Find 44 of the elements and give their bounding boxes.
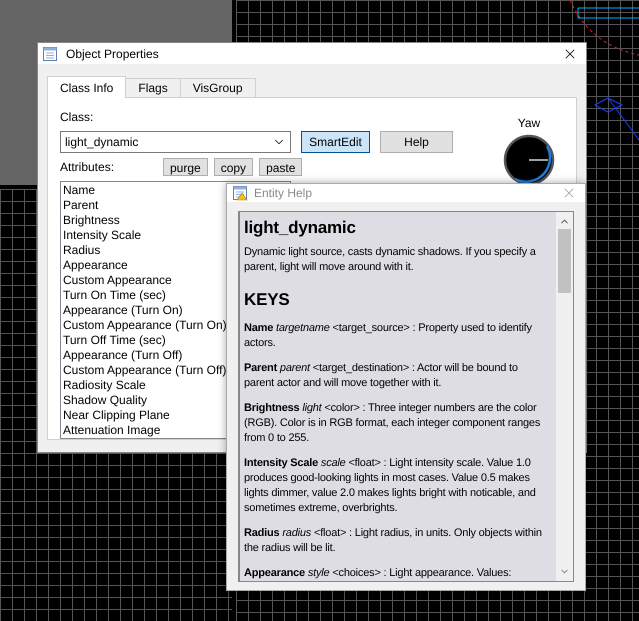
list-item[interactable]: Attenuation Image bbox=[63, 423, 160, 438]
list-item[interactable]: Turn Off Time (sec) bbox=[63, 333, 166, 348]
window-title: Entity Help bbox=[254, 185, 312, 202]
list-item[interactable]: Custom Appearance (Turn Off) bbox=[63, 363, 226, 378]
list-item[interactable]: Radius bbox=[63, 243, 100, 258]
list-item[interactable]: Custom Appearance bbox=[63, 273, 172, 288]
tab[interactable]: Flags bbox=[126, 78, 181, 97]
class-label: Class: bbox=[60, 109, 94, 126]
list-item[interactable]: Brightness bbox=[63, 213, 120, 228]
tab[interactable]: Class Info bbox=[47, 76, 126, 98]
list-item[interactable]: Near Clipping Plane bbox=[63, 408, 170, 423]
key-description: Radius radius <float> : Light radius, in units. Only objects within the radius will be lit. bbox=[244, 526, 543, 556]
list-item[interactable]: Appearance bbox=[63, 258, 128, 273]
small-button[interactable]: purge bbox=[163, 158, 208, 176]
list-item[interactable]: Appearance (Turn Off) bbox=[63, 348, 182, 363]
list-item[interactable]: Parent bbox=[63, 198, 98, 213]
list-item[interactable]: Name bbox=[63, 183, 96, 198]
list-item[interactable]: Radiosity Scale bbox=[63, 378, 146, 393]
scroll-thumb[interactable] bbox=[558, 229, 571, 293]
list-item[interactable]: Appearance (Turn On) bbox=[63, 303, 183, 318]
help-heading: light_dynamic bbox=[244, 217, 357, 239]
list-item[interactable]: Custom Appearance (Turn On) bbox=[63, 318, 227, 333]
list-item[interactable]: Shadow Quality bbox=[63, 393, 148, 408]
list-item[interactable]: Turn On Time (sec) bbox=[63, 288, 166, 303]
tab[interactable]: VisGroup bbox=[180, 78, 256, 97]
list-item[interactable]: Intensity Scale bbox=[63, 228, 142, 243]
small-button[interactable]: paste bbox=[259, 158, 302, 176]
keys-heading: KEYS bbox=[244, 289, 290, 311]
class-dropdown[interactable]: light_dynamic bbox=[60, 131, 291, 153]
key-description: Brightness light <color> : Three integer numbers are the color (RGB). Color is in RGB format, each integer component ranges from 0 to 255. bbox=[244, 401, 542, 446]
key-description: Parent parent <target_destination> : Actor will be bound to parent actor and will move together with it. bbox=[244, 361, 519, 391]
dial-drawing[interactable] bbox=[503, 134, 555, 186]
yaw-label: Yaw bbox=[518, 115, 540, 132]
push-button[interactable]: SmartEdit bbox=[301, 131, 370, 153]
table-icon bbox=[42, 46, 58, 62]
window-title: Object Properties bbox=[66, 46, 159, 62]
help-description: Dynamic light source, casts dynamic shadows. If you specify a parent, light will move around with it. bbox=[244, 245, 537, 275]
key-description: Appearance style <choices> : Light appearance. Values: bbox=[244, 566, 512, 581]
small-button[interactable]: copy bbox=[214, 158, 254, 176]
key-description: Intensity Scale scale <float> : Light intensity scale. Value 1.0 produces good-looking lights in most cases. Value 0.5 makes lights dimmer, value 2.0 makes lights bright with noticable, and sometimes extreme, overbrights. bbox=[244, 456, 537, 516]
attributes-label: Attributes: bbox=[60, 159, 116, 176]
push-button[interactable]: Help bbox=[380, 131, 453, 153]
key-description: Name targetname <target_source> : Property used to identify actors. bbox=[244, 321, 533, 351]
scrollbar[interactable] bbox=[556, 212, 573, 581]
